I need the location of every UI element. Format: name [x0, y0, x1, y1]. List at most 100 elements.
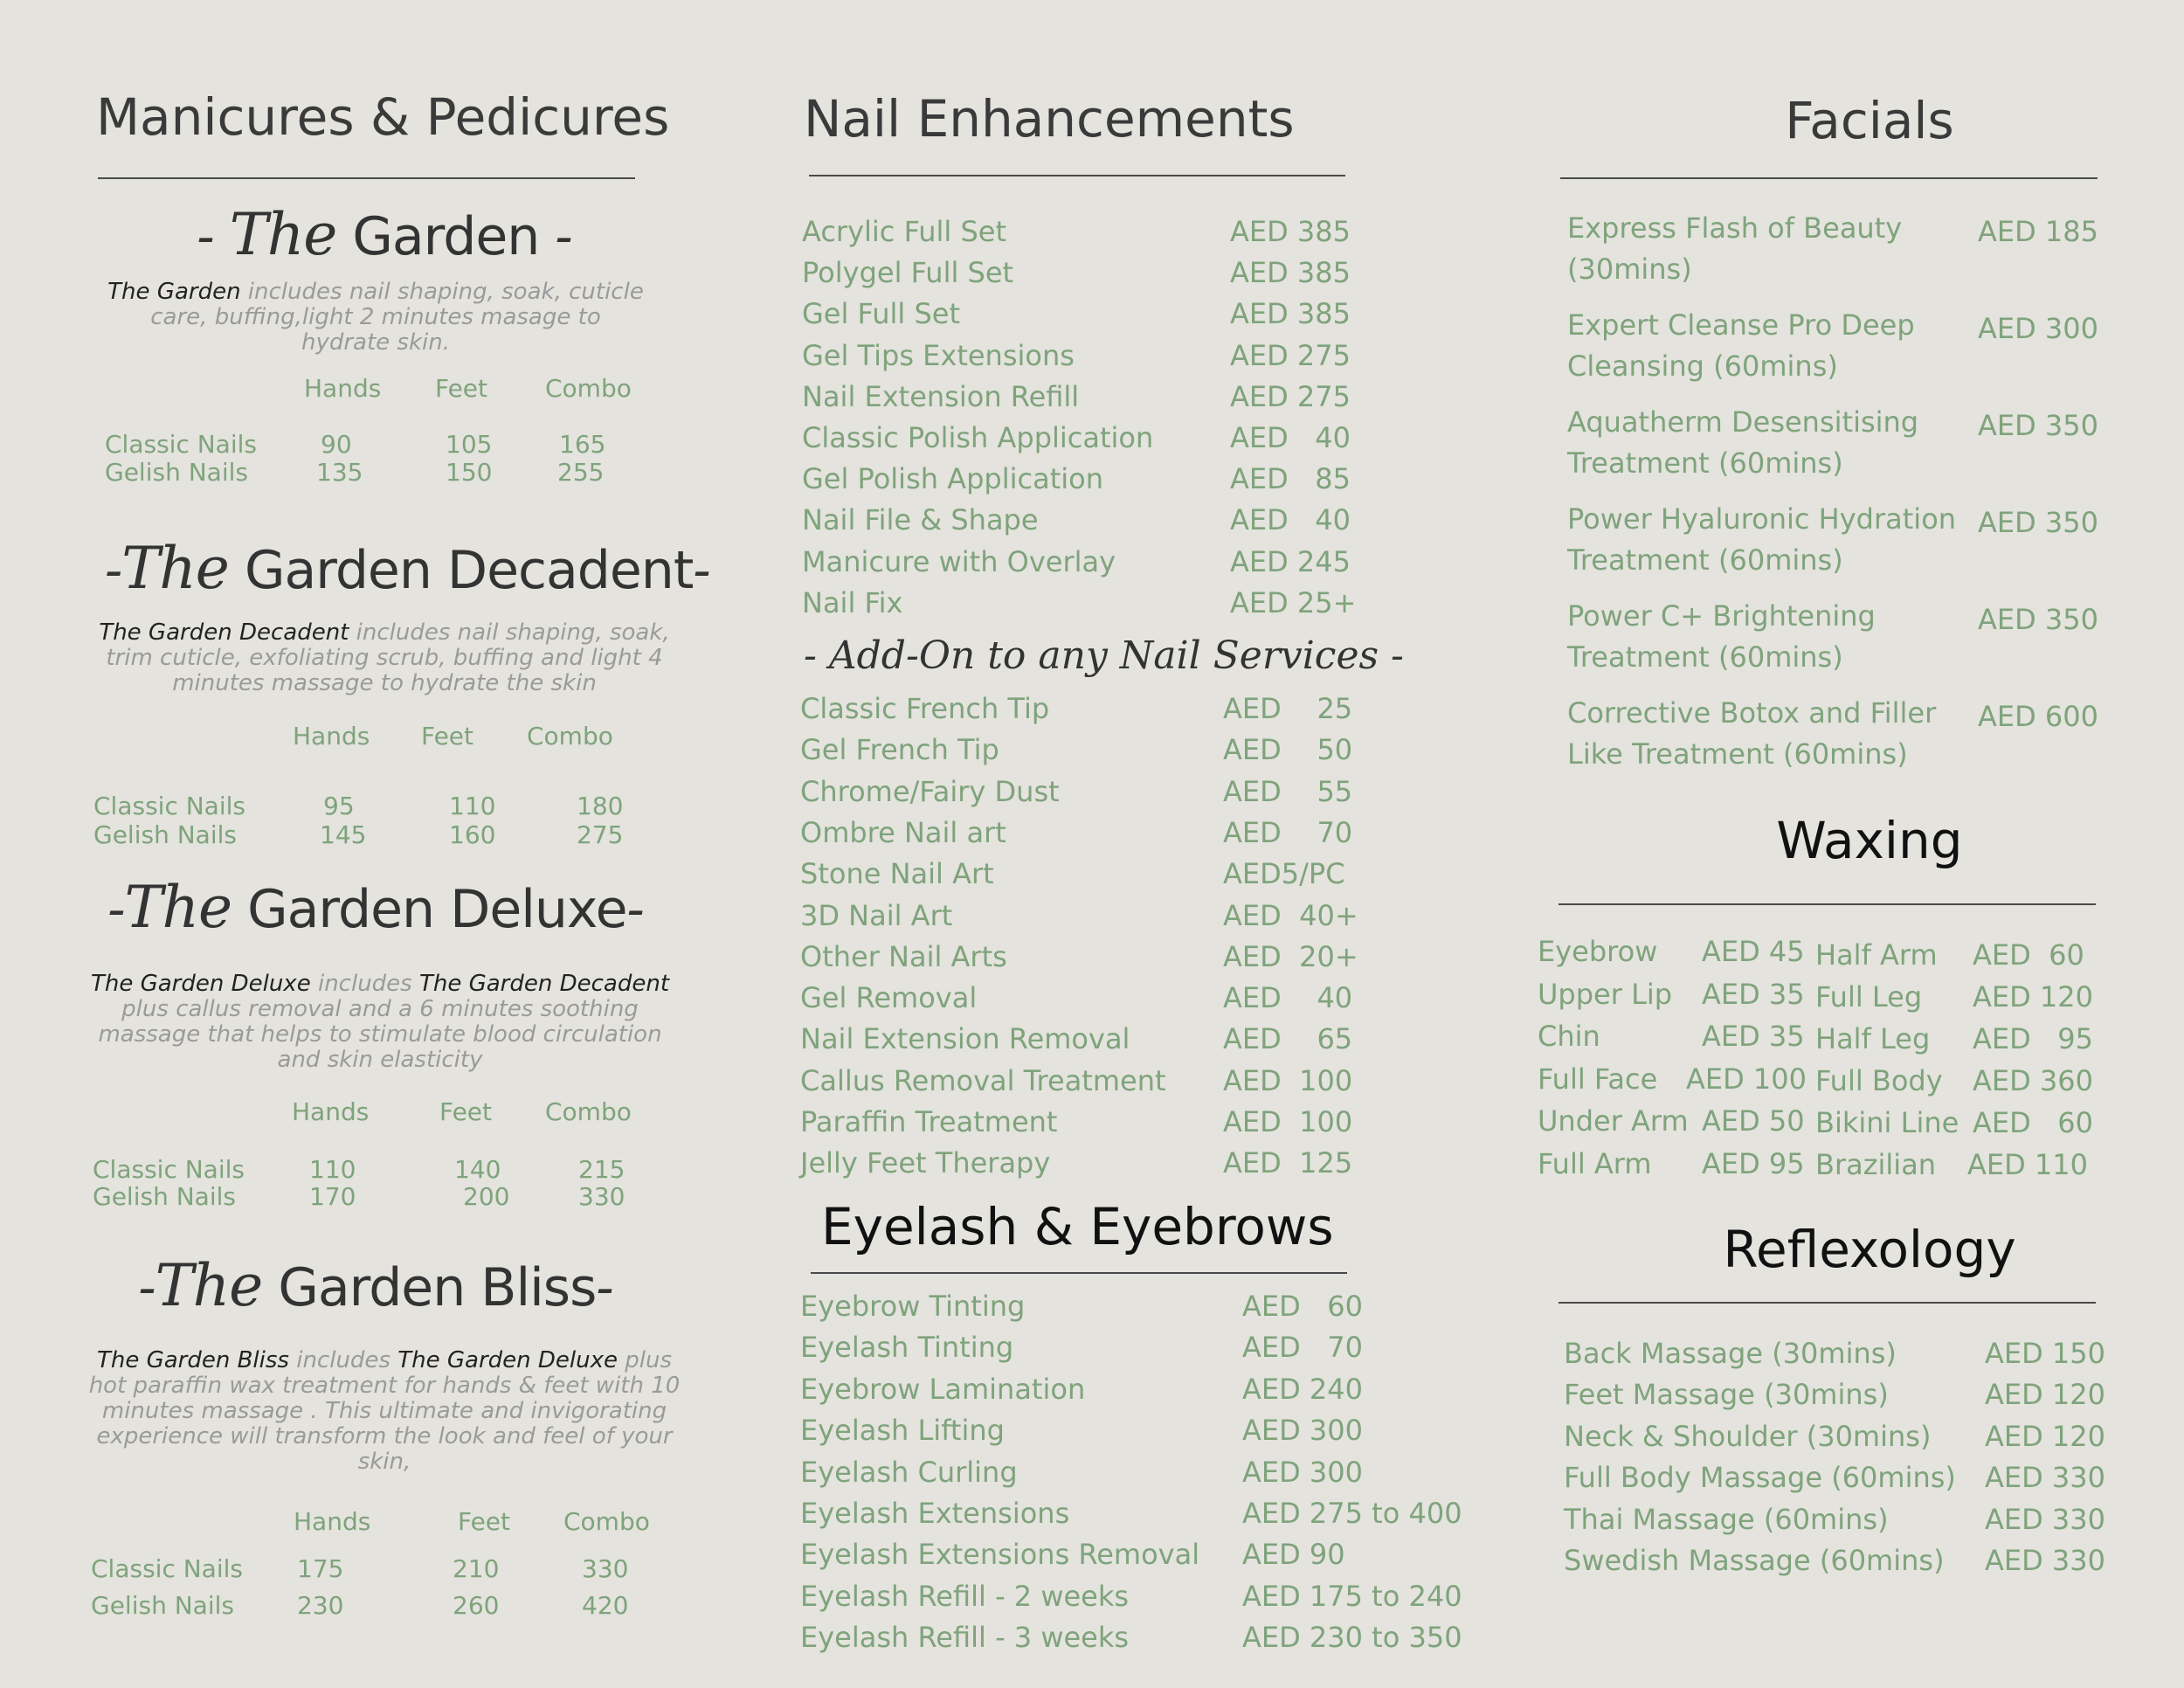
- list-item-name: Power C+ Brightening Treatment (60mins): [1567, 599, 1876, 674]
- list-item-name: Paraffin Treatment: [800, 1105, 1058, 1138]
- list-item-name: Aquatherm Desensitising Treatment (60min…: [1567, 405, 1919, 480]
- list-item-name: Corrective Botox and Filler Like Treatme…: [1567, 696, 1937, 771]
- list-item-name: Eyebrow Lamination: [800, 1372, 1086, 1406]
- table-row: Gelish Nails 170 200 330: [93, 1182, 625, 1211]
- list-item-name: Other Nail Arts: [800, 939, 1007, 973]
- list-item-price: AED 150: [1985, 1337, 2105, 1370]
- list-item-price: AED 275: [1230, 379, 1351, 413]
- list-item-name: Chin: [1538, 1020, 1600, 1054]
- list-item-price: AED 20+: [1223, 939, 1358, 973]
- manicures-divider: [98, 177, 635, 179]
- waxing-title: Waxing: [1776, 811, 1963, 870]
- list-item-name: Full Body: [1815, 1064, 1943, 1097]
- list-item-price: AED 100: [1223, 1105, 1353, 1138]
- package-description: The Garden Bliss includes The Garden Del…: [88, 1347, 681, 1475]
- nails-title: Nail Enhancements: [804, 89, 1295, 149]
- list-item-name: Bikini Line: [1815, 1106, 1959, 1139]
- list-item-price: AED 40: [1230, 503, 1351, 537]
- list-item-name: Gel Polish Application: [802, 462, 1103, 496]
- list-item-price: AED5/PC: [1223, 857, 1345, 891]
- list-item-name: Manicure with Overlay: [802, 544, 1116, 578]
- list-item-name: Eyelash Lifting: [800, 1414, 1005, 1448]
- table-row: Classic Nails 90 105 165: [105, 430, 606, 459]
- list-item-name: Jelly Feet Therapy: [800, 1146, 1051, 1180]
- list-item-price: AED 385: [1230, 215, 1351, 248]
- package-name: Garden Deluxe: [247, 879, 627, 940]
- list-item-price: AED 385: [1230, 256, 1351, 290]
- list-item-price: AED 60: [1973, 938, 2084, 972]
- list-item-price: AED 95: [1973, 1022, 2093, 1055]
- package-name: Garden: [352, 206, 540, 267]
- list-item-name: Eyelash Curling: [800, 1455, 1018, 1489]
- package-title: - The Garden -: [197, 201, 572, 268]
- list-item-name: Half Leg: [1815, 1022, 1931, 1055]
- list-item-name: Power Hyaluronic Hydration Treatment (60…: [1567, 502, 1957, 577]
- list-item-price: AED 50: [1223, 733, 1353, 767]
- list-item-name: Full Face: [1538, 1062, 1658, 1096]
- list-item-name: Gel Removal: [800, 981, 978, 1015]
- list-item-price: AED 230 to 350: [1242, 1621, 1462, 1655]
- list-item-price: AED 300: [1978, 312, 2098, 345]
- list-item-name: Ombre Nail art: [800, 815, 1006, 849]
- list-item-name: Gel Full Set: [802, 297, 960, 331]
- list-item-name: Full Arm: [1538, 1147, 1652, 1180]
- list-item-name: Eyebrow Tinting: [800, 1290, 1026, 1323]
- list-item-name: Classic French Tip: [800, 692, 1050, 725]
- list-item-name: 3D Nail Art: [800, 898, 953, 932]
- package-description: The Garden Decadent includes nail shapin…: [99, 619, 670, 696]
- waxing-divider: [1559, 903, 2096, 905]
- menu-page: Manicures & Pedicures - The Garden - The…: [0, 0, 2184, 1688]
- list-item-name: Chrome/Fairy Dust: [800, 774, 1060, 808]
- facials-divider: [1560, 177, 2098, 179]
- list-item-name: Brazilian: [1815, 1148, 1937, 1181]
- list-item-name: Neck & Shoulder (30mins): [1564, 1419, 1932, 1453]
- reflexology-divider: [1559, 1302, 2096, 1304]
- table-row: Classic Nails 110 140 215: [93, 1155, 625, 1184]
- facials-title: Facials: [1785, 91, 1954, 150]
- list-item-name: Feet Massage (30mins): [1564, 1378, 1889, 1412]
- list-item-price: AED 40+: [1223, 898, 1358, 932]
- list-item-price: AED 35: [1702, 977, 1805, 1011]
- list-item-price: AED 120: [1985, 1378, 2105, 1412]
- list-item-name: Under Arm: [1538, 1104, 1689, 1138]
- list-item-price: AED 275 to 400: [1242, 1497, 1462, 1530]
- package-header-row: Hands Feet Combo: [293, 722, 613, 751]
- list-item-name: Eyelash Extensions: [800, 1497, 1070, 1530]
- eyelash-divider: [811, 1272, 1347, 1274]
- list-item-price: AED 300: [1242, 1414, 1363, 1448]
- list-item-price: AED 100: [1223, 1063, 1353, 1097]
- list-item-name: Full Leg: [1815, 980, 1923, 1013]
- list-item-price: AED 385: [1230, 297, 1351, 331]
- list-item-name: Swedish Massage (60mins): [1564, 1544, 1945, 1577]
- list-item-price: AED 300: [1242, 1455, 1363, 1489]
- table-row: Classic Nails 175 210 330: [91, 1554, 629, 1583]
- list-item-name: Gel Tips Extensions: [802, 338, 1075, 372]
- list-item-price: AED 330: [1985, 1461, 2105, 1495]
- reflexology-title: Reflexology: [1723, 1220, 2016, 1279]
- list-item-price: AED 350: [1978, 603, 2098, 636]
- package-name: Garden Bliss: [278, 1257, 597, 1318]
- package-title: -The Garden Bliss-: [138, 1252, 613, 1319]
- list-item-name: Eyelash Extensions Removal: [800, 1538, 1200, 1572]
- list-item-name: Eyelash Tinting: [800, 1331, 1014, 1365]
- list-item-price: AED 125: [1223, 1146, 1353, 1180]
- list-item-price: AED 120: [1973, 980, 2093, 1013]
- package-header-row: Hands Feet Combo: [292, 1097, 632, 1126]
- package-description: The Garden includes nail shaping, soak, …: [107, 279, 644, 356]
- list-item-name: Nail Extension Refill: [802, 379, 1080, 413]
- package-title: -The Garden Decadent-: [105, 535, 711, 602]
- list-item-price: AED 330: [1985, 1544, 2105, 1577]
- list-item-price: AED 360: [1973, 1064, 2093, 1097]
- package-description: The Garden Deluxe includes The Garden De…: [90, 971, 670, 1073]
- table-row: Gelish Nails 135 150 255: [105, 458, 605, 487]
- list-item-name: Full Body Massage (60mins): [1564, 1461, 1956, 1495]
- list-item-name: Express Flash of Beauty (30mins): [1567, 211, 1903, 286]
- list-item-name: Polygel Full Set: [802, 256, 1014, 290]
- list-item-name: Nail Extension Removal: [800, 1022, 1130, 1056]
- list-item-name: Upper Lip: [1538, 977, 1673, 1011]
- package-name: Garden Decadent: [244, 540, 694, 601]
- list-item-name: Eyelash Refill - 2 weeks: [800, 1579, 1130, 1613]
- list-item-price: AED 50: [1702, 1104, 1805, 1138]
- list-item-price: AED 120: [1985, 1419, 2105, 1453]
- list-item-price: AED 40: [1223, 981, 1353, 1015]
